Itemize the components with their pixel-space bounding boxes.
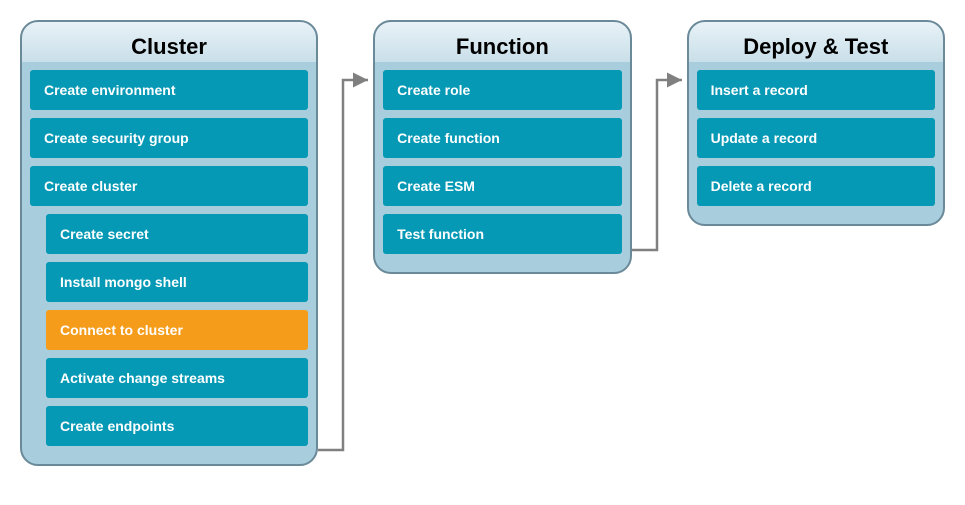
step-activate-change-streams[interactable]: Activate change streams [46,358,308,398]
step-create-endpoints[interactable]: Create endpoints [46,406,308,446]
step-connect-to-cluster[interactable]: Connect to cluster [46,310,308,350]
step-create-cluster[interactable]: Create cluster [30,166,308,206]
step-delete-record[interactable]: Delete a record [697,166,935,206]
step-update-record[interactable]: Update a record [697,118,935,158]
step-create-esm[interactable]: Create ESM [383,166,621,206]
step-create-function[interactable]: Create function [383,118,621,158]
step-test-function[interactable]: Test function [383,214,621,254]
step-create-role[interactable]: Create role [383,70,621,110]
step-install-mongo-shell[interactable]: Install mongo shell [46,262,308,302]
panel-function: Function Create role Create function Cre… [373,20,631,274]
step-create-environment[interactable]: Create environment [30,70,308,110]
workflow-diagram: Cluster Create environment Create securi… [20,20,945,466]
step-create-secret[interactable]: Create secret [46,214,308,254]
step-insert-record[interactable]: Insert a record [697,70,935,110]
step-create-security-group[interactable]: Create security group [30,118,308,158]
panel-cluster: Cluster Create environment Create securi… [20,20,318,466]
panel-title: Function [383,30,621,70]
panel-title: Cluster [30,30,308,70]
panel-title: Deploy & Test [697,30,935,70]
panel-deploy: Deploy & Test Insert a record Update a r… [687,20,945,226]
